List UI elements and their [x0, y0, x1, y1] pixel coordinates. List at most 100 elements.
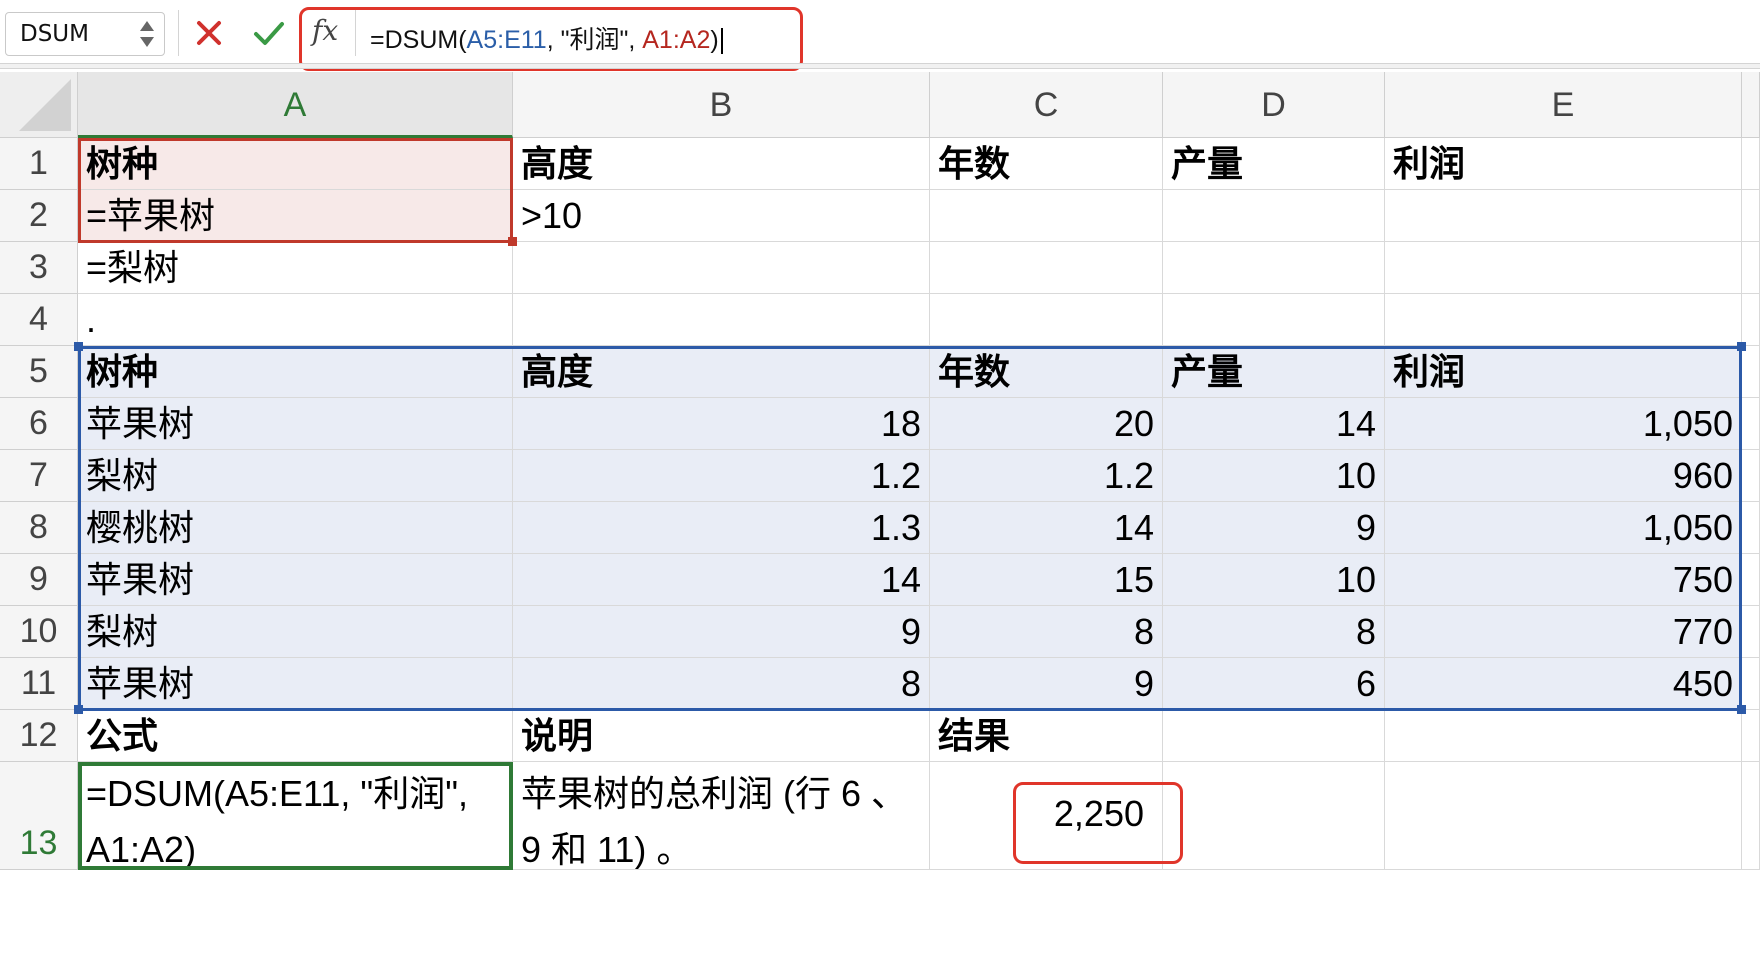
cell-c9[interactable]: 15: [930, 554, 1163, 606]
cell-a9[interactable]: 苹果树: [78, 554, 513, 606]
cell-b1[interactable]: 高度: [513, 138, 930, 190]
cell-d5[interactable]: 产量: [1163, 346, 1385, 398]
column-header-c[interactable]: C: [930, 72, 1163, 138]
cell-a1[interactable]: 树种: [78, 138, 513, 190]
cell-b7[interactable]: 1.2: [513, 450, 930, 502]
cell-e4[interactable]: [1385, 294, 1742, 346]
cell-a8[interactable]: 樱桃树: [78, 502, 513, 554]
cell-d12[interactable]: [1163, 710, 1385, 762]
cell-d10[interactable]: 8: [1163, 606, 1385, 658]
cell-c4[interactable]: [930, 294, 1163, 346]
cell-a5[interactable]: 树种: [78, 346, 513, 398]
cell-f8[interactable]: [1742, 502, 1760, 554]
column-header-d[interactable]: D: [1163, 72, 1385, 138]
row-header-10[interactable]: 10: [0, 606, 78, 658]
column-header-f[interactable]: [1742, 72, 1760, 138]
cell-c12[interactable]: 结果: [930, 710, 1163, 762]
cell-a12[interactable]: 公式: [78, 710, 513, 762]
cell-f7[interactable]: [1742, 450, 1760, 502]
cell-b11[interactable]: 8: [513, 658, 930, 710]
row-header-7[interactable]: 7: [0, 450, 78, 502]
cell-c2[interactable]: [930, 190, 1163, 242]
cell-f2[interactable]: [1742, 190, 1760, 242]
cell-c8[interactable]: 14: [930, 502, 1163, 554]
criteria-resize-handle[interactable]: [508, 237, 517, 246]
row-header-1[interactable]: 1: [0, 138, 78, 190]
cell-a3[interactable]: =梨树: [78, 242, 513, 294]
row-header-8[interactable]: 8: [0, 502, 78, 554]
cell-a2[interactable]: =苹果树: [78, 190, 513, 242]
row-header-12[interactable]: 12: [0, 710, 78, 762]
cell-b9[interactable]: 14: [513, 554, 930, 606]
cell-e6[interactable]: 1,050: [1385, 398, 1742, 450]
cell-c6[interactable]: 20: [930, 398, 1163, 450]
enter-check-icon[interactable]: [252, 16, 286, 50]
row-header-6[interactable]: 6: [0, 398, 78, 450]
select-all-corner[interactable]: [0, 72, 78, 138]
cell-a13[interactable]: =DSUM(A5:E11, "利润", A1:A2): [78, 762, 513, 870]
cell-d8[interactable]: 9: [1163, 502, 1385, 554]
cell-f6[interactable]: [1742, 398, 1760, 450]
cell-b10[interactable]: 9: [513, 606, 930, 658]
cell-f10[interactable]: [1742, 606, 1760, 658]
column-header-b[interactable]: B: [513, 72, 930, 138]
database-resize-handle[interactable]: [74, 705, 83, 714]
row-header-4[interactable]: 4: [0, 294, 78, 346]
row-header-2[interactable]: 2: [0, 190, 78, 242]
row-header-5[interactable]: 5: [0, 346, 78, 398]
cell-a6[interactable]: 苹果树: [78, 398, 513, 450]
cell-c10[interactable]: 8: [930, 606, 1163, 658]
cell-b5[interactable]: 高度: [513, 346, 930, 398]
cell-a4[interactable]: .: [78, 294, 513, 346]
cell-e13[interactable]: [1385, 762, 1742, 870]
cell-e2[interactable]: [1385, 190, 1742, 242]
cell-f13[interactable]: [1742, 762, 1760, 870]
cell-d3[interactable]: [1163, 242, 1385, 294]
cell-e9[interactable]: 750: [1385, 554, 1742, 606]
cell-d1[interactable]: 产量: [1163, 138, 1385, 190]
column-header-e[interactable]: E: [1385, 72, 1742, 138]
cell-f5[interactable]: [1742, 346, 1760, 398]
cell-f4[interactable]: [1742, 294, 1760, 346]
cell-d4[interactable]: [1163, 294, 1385, 346]
cell-f12[interactable]: [1742, 710, 1760, 762]
cell-e5[interactable]: 利润: [1385, 346, 1742, 398]
cell-c7[interactable]: 1.2: [930, 450, 1163, 502]
cell-c11[interactable]: 9: [930, 658, 1163, 710]
cancel-icon[interactable]: [193, 16, 225, 50]
cell-d2[interactable]: [1163, 190, 1385, 242]
cell-c5[interactable]: 年数: [930, 346, 1163, 398]
database-resize-handle[interactable]: [1737, 342, 1746, 351]
row-header-3[interactable]: 3: [0, 242, 78, 294]
name-box-stepper-icon[interactable]: [140, 19, 156, 49]
cell-e1[interactable]: 利润: [1385, 138, 1742, 190]
cell-b6[interactable]: 18: [513, 398, 930, 450]
cell-d6[interactable]: 14: [1163, 398, 1385, 450]
database-resize-handle[interactable]: [1737, 705, 1746, 714]
cell-f1[interactable]: [1742, 138, 1760, 190]
cell-c1[interactable]: 年数: [930, 138, 1163, 190]
column-header-a[interactable]: A: [78, 72, 513, 138]
cell-a7[interactable]: 梨树: [78, 450, 513, 502]
cell-b3[interactable]: [513, 242, 930, 294]
name-box[interactable]: DSUM: [5, 12, 165, 56]
cell-a10[interactable]: 梨树: [78, 606, 513, 658]
cell-b2[interactable]: >10: [513, 190, 930, 242]
cell-f3[interactable]: [1742, 242, 1760, 294]
cell-b8[interactable]: 1.3: [513, 502, 930, 554]
database-resize-handle[interactable]: [74, 342, 83, 351]
cell-d9[interactable]: 10: [1163, 554, 1385, 606]
cell-f11[interactable]: [1742, 658, 1760, 710]
cell-e12[interactable]: [1385, 710, 1742, 762]
cell-b12[interactable]: 说明: [513, 710, 930, 762]
cell-d13[interactable]: [1163, 762, 1385, 870]
row-header-13[interactable]: 13: [0, 762, 78, 870]
row-header-9[interactable]: 9: [0, 554, 78, 606]
cell-d11[interactable]: 6: [1163, 658, 1385, 710]
cell-e8[interactable]: 1,050: [1385, 502, 1742, 554]
cell-e10[interactable]: 770: [1385, 606, 1742, 658]
cell-e3[interactable]: [1385, 242, 1742, 294]
cell-d7[interactable]: 10: [1163, 450, 1385, 502]
cell-a11[interactable]: 苹果树: [78, 658, 513, 710]
cell-b4[interactable]: [513, 294, 930, 346]
